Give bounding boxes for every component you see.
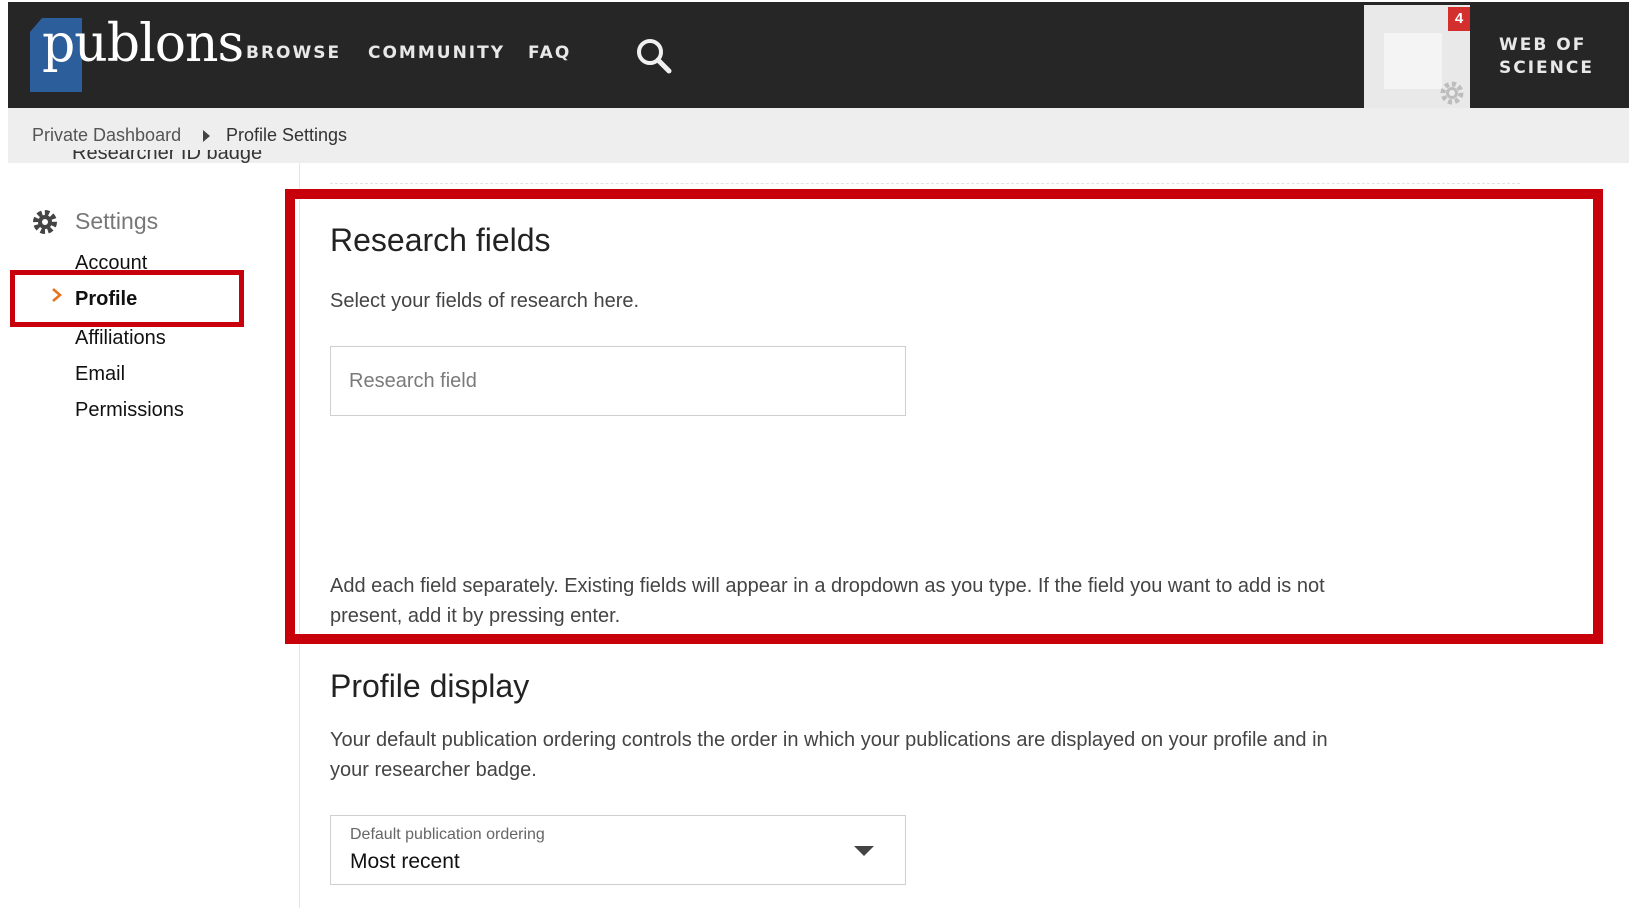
help-text-line-2: present, add it by pressing enter. bbox=[330, 605, 621, 627]
publons-logo[interactable]: publons bbox=[30, 14, 244, 94]
sidebar-item-email[interactable]: Email bbox=[75, 363, 125, 386]
sidebar-item-profile[interactable]: Profile bbox=[75, 288, 137, 311]
section-divider bbox=[330, 183, 1520, 184]
profile-display-title: Profile display bbox=[330, 668, 530, 704]
chevron-right-icon bbox=[50, 287, 64, 303]
research-field-input[interactable] bbox=[330, 346, 906, 416]
profile-display-desc-line-2: your researcher badge. bbox=[330, 759, 537, 781]
sidebar-divider bbox=[299, 163, 300, 908]
sidebar-item-permissions[interactable]: Permissions bbox=[75, 399, 184, 422]
logo-notch bbox=[30, 18, 42, 32]
wos-line-2: SCIENCE bbox=[1499, 58, 1594, 78]
publication-ordering-select[interactable]: Default publication ordering Most recent bbox=[330, 815, 906, 885]
breadcrumb-chevron-icon bbox=[203, 130, 210, 142]
user-avatar-menu[interactable]: 4 bbox=[1364, 5, 1470, 109]
settings-gear-icon bbox=[32, 209, 58, 235]
nav-community[interactable]: COMMUNITY bbox=[368, 43, 505, 63]
top-navigation-bar: publons BROWSE COMMUNITY FAQ 4 WEB OF SC… bbox=[8, 2, 1629, 109]
logo-text: publons bbox=[42, 14, 244, 74]
sidebar-item-affiliations[interactable]: Affiliations bbox=[75, 327, 166, 350]
sidebar-item-account[interactable]: Account bbox=[75, 252, 147, 275]
profile-display-description: Your default publication ordering contro… bbox=[330, 725, 1328, 785]
web-of-science-link[interactable]: WEB OF SCIENCE bbox=[1499, 34, 1594, 80]
breadcrumb-private-dashboard[interactable]: Private Dashboard bbox=[32, 125, 181, 146]
breadcrumb-current: Profile Settings bbox=[226, 125, 348, 145]
dropdown-caret-icon bbox=[854, 846, 874, 856]
research-fields-help-text: Add each field separately. Existing fiel… bbox=[330, 571, 1325, 631]
account-gear-icon[interactable] bbox=[1438, 79, 1466, 107]
select-label: Default publication ordering bbox=[350, 826, 545, 843]
cutoff-item-label: Researcher ID badge bbox=[72, 150, 263, 164]
sidebar-item-researcher-badge-cutoff[interactable]: Researcher ID badge bbox=[72, 150, 272, 164]
avatar bbox=[1384, 33, 1442, 89]
research-fields-description: Select your fields of research here. bbox=[330, 290, 640, 312]
search-icon[interactable] bbox=[634, 36, 674, 76]
notification-badge[interactable]: 4 bbox=[1448, 7, 1470, 31]
help-text-line-1: Add each field separately. Existing fiel… bbox=[330, 575, 1325, 597]
nav-browse[interactable]: BROWSE bbox=[246, 43, 341, 63]
nav-faq[interactable]: FAQ bbox=[528, 43, 571, 63]
select-value: Most recent bbox=[350, 850, 460, 873]
settings-section-title: Settings bbox=[75, 208, 159, 234]
research-fields-title: Research fields bbox=[330, 222, 551, 258]
profile-display-desc-line-1: Your default publication ordering contro… bbox=[330, 729, 1328, 751]
wos-line-1: WEB OF bbox=[1499, 35, 1587, 55]
